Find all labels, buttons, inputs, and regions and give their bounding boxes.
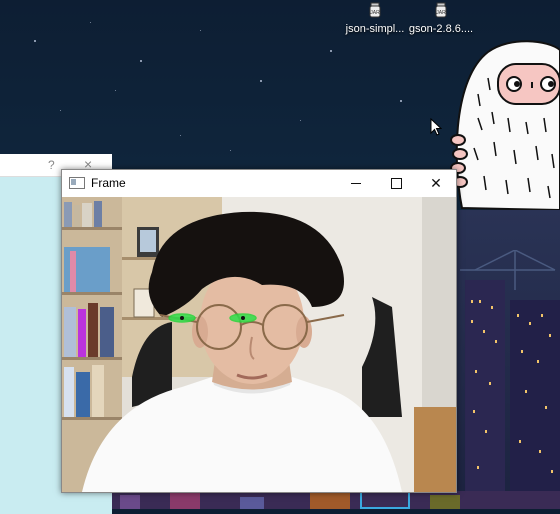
webcam-video-feed bbox=[62, 197, 456, 492]
desktop-icon-label: gson-2.8.6.... bbox=[408, 23, 474, 35]
desktop-icon-label: json-simpl... bbox=[345, 23, 405, 35]
desktop: { "desktop": { "icons": [ {"label": "jso… bbox=[0, 0, 560, 514]
close-button[interactable]: ✕ bbox=[416, 170, 456, 196]
minimize-button[interactable] bbox=[336, 170, 376, 196]
jar-file-icon: JAR bbox=[369, 2, 381, 18]
app-window-icon bbox=[69, 177, 85, 189]
window-title: Frame bbox=[91, 176, 126, 190]
frame-titlebar[interactable]: Frame ✕ bbox=[62, 170, 456, 196]
mouse-cursor-icon bbox=[430, 118, 442, 136]
frame-window[interactable]: Frame ✕ bbox=[61, 169, 457, 493]
svg-text:JAR: JAR bbox=[436, 10, 446, 16]
jar-file-icon: JAR bbox=[435, 2, 447, 18]
webcam-frame-image bbox=[62, 197, 456, 492]
wallpaper-mascot bbox=[450, 40, 560, 210]
svg-text:JAR: JAR bbox=[370, 10, 380, 16]
desktop-icon-json-simple[interactable]: JAR json-simpl... bbox=[340, 2, 410, 35]
wallpaper-city bbox=[455, 210, 560, 509]
desktop-icon-gson[interactable]: JAR gson-2.8.6.... bbox=[406, 2, 476, 35]
help-button[interactable]: ? bbox=[48, 158, 55, 172]
maximize-button[interactable] bbox=[376, 170, 416, 196]
wallpaper-pixel-strip bbox=[110, 491, 560, 509]
